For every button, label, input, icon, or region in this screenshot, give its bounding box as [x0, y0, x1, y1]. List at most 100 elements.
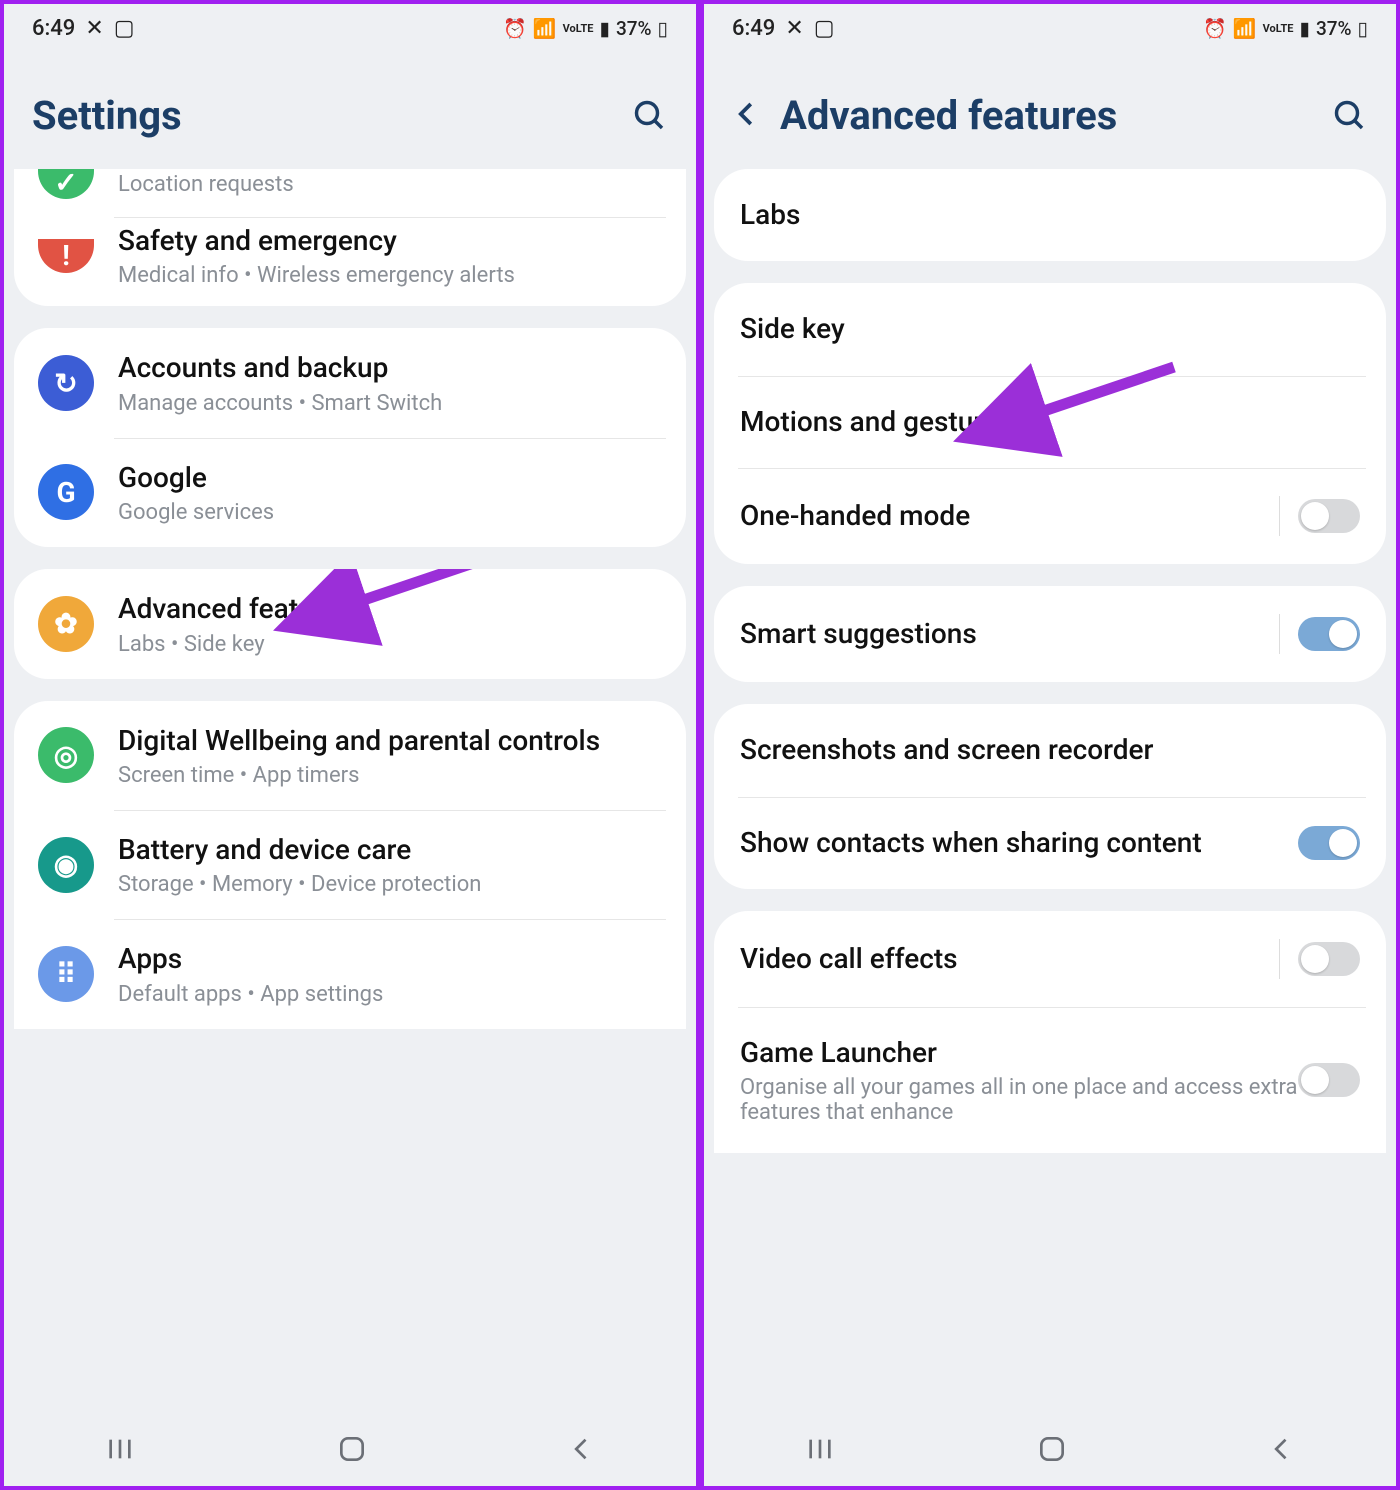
page-title: Advanced features: [780, 92, 1117, 139]
list-item[interactable]: ◎Digital Wellbeing and parental controls…: [14, 701, 686, 810]
back-button[interactable]: [732, 99, 762, 133]
nav-recents[interactable]: [104, 1433, 136, 1469]
row-text: Side key: [740, 311, 1360, 347]
row-text: Battery and device care Storage • Memory …: [118, 832, 662, 897]
row-title: Google: [118, 460, 662, 496]
row-subtitle: Location requests: [118, 172, 662, 197]
list-item[interactable]: Motions and gestures: [714, 376, 1386, 468]
wifi-icon: 📶: [1233, 17, 1257, 40]
status-time: 6:49: [32, 16, 75, 41]
list-item[interactable]: Screenshots and screen recorder: [714, 704, 1386, 796]
status-time: 6:49: [732, 16, 775, 41]
toggle-wrap: [1298, 1063, 1360, 1097]
phone-right: 6:49 ✕ ▢ ⏰ 📶 VoLTE ▮ 37% ▯ Advanced feat…: [700, 0, 1400, 1490]
list-item[interactable]: ! Safety and emergencyMedical info • Wire…: [14, 217, 686, 306]
row-title: Digital Wellbeing and parental controls: [118, 723, 662, 759]
list-item[interactable]: Smart suggestions: [714, 586, 1386, 682]
row-title: Battery and device care: [118, 832, 662, 868]
battery-icon: ▯: [1358, 17, 1368, 40]
list-item[interactable]: Game LauncherOrganise all your games all…: [714, 1007, 1386, 1153]
list-item[interactable]: G GoogleGoogle services: [14, 438, 686, 547]
search-button[interactable]: [632, 98, 668, 134]
nav-home[interactable]: [1036, 1433, 1068, 1469]
toggle-separator: [1279, 496, 1280, 536]
row-subtitle: Manage accounts • Smart Switch: [118, 391, 662, 416]
page-header: Settings: [4, 52, 696, 169]
list-item[interactable]: ✓ Location requests: [14, 169, 686, 217]
row-subtitle: Default apps • App settings: [118, 982, 662, 1007]
lte-icon: VoLTE: [1263, 22, 1294, 35]
row-text: One-handed mode: [740, 498, 1269, 534]
row-subtitle: Storage • Memory • Device protection: [118, 872, 662, 897]
list-item[interactable]: ◉ Battery and device care Storage • Memory…: [14, 810, 686, 919]
row-icon: ↻: [38, 355, 94, 411]
row-text: Motions and gestures: [740, 404, 1360, 440]
row-title: Video call effects: [740, 941, 1269, 977]
row-text: Screenshots and screen recorder: [740, 732, 1360, 768]
phone-left: 6:49 ✕ ▢ ⏰ 📶 VoLTE ▮ 37% ▯ Settings ✓Loc…: [0, 0, 700, 1490]
search-button[interactable]: [1332, 98, 1368, 134]
page-header: Advanced features: [704, 52, 1396, 169]
row-text: Apps Default apps • App settings: [118, 941, 662, 1006]
list-item[interactable]: ⠿ Apps Default apps • App settings: [14, 919, 686, 1028]
row-title: Advanced features: [118, 591, 662, 627]
list-item[interactable]: Video call effects: [714, 911, 1386, 1007]
row-title: Motions and gestures: [740, 404, 1360, 440]
row-icon: G: [38, 464, 94, 520]
image-icon: ▢: [814, 16, 835, 41]
toggle-switch[interactable]: [1298, 617, 1360, 651]
row-title: Safety and emergency: [118, 223, 662, 259]
list-item[interactable]: Show contacts when sharing content: [714, 797, 1386, 889]
row-text: Accounts and backup Manage accounts • Sma…: [118, 350, 662, 415]
toggle-wrap: [1298, 826, 1360, 860]
toggle-switch[interactable]: [1298, 942, 1360, 976]
row-icon: ◉: [38, 837, 94, 893]
row-title: Accounts and backup: [118, 350, 662, 386]
advanced-features-list[interactable]: Labs Side key Motions and gestures One-han…: [704, 169, 1396, 1416]
wifi-icon: 📶: [533, 17, 557, 40]
list-item[interactable]: Side key: [714, 283, 1386, 375]
row-text: Labs: [740, 197, 1360, 233]
row-text: Game LauncherOrganise all your games all…: [740, 1035, 1298, 1125]
toggle-switch[interactable]: [1298, 1063, 1360, 1097]
toggle-separator: [1279, 614, 1280, 654]
image-icon: ▢: [114, 16, 135, 41]
nav-home[interactable]: [336, 1433, 368, 1469]
row-icon: !: [38, 239, 94, 273]
row-text: Advanced featuresLabs • Side key: [118, 591, 662, 656]
row-title: Screenshots and screen recorder: [740, 732, 1360, 768]
row-text: Location requests: [118, 169, 662, 197]
row-text: Smart suggestions: [740, 616, 1269, 652]
nav-back[interactable]: [1268, 1435, 1296, 1467]
battery-text: 37%: [616, 17, 652, 40]
lte-icon: VoLTE: [563, 22, 594, 35]
row-title: Game Launcher: [740, 1035, 1298, 1071]
row-title: Apps: [118, 941, 662, 977]
signal-icon: ▮: [1299, 17, 1309, 40]
nav-bar: [704, 1416, 1396, 1486]
row-text: Safety and emergencyMedical info • Wirel…: [118, 223, 662, 288]
nav-back[interactable]: [568, 1435, 596, 1467]
signal-icon: ▮: [599, 17, 609, 40]
row-text: GoogleGoogle services: [118, 460, 662, 525]
row-icon: ✓: [38, 169, 94, 199]
missed-call-icon: ✕: [85, 16, 103, 41]
row-title: Side key: [740, 311, 1360, 347]
alarm-icon: ⏰: [1203, 17, 1227, 40]
list-item[interactable]: ↻ Accounts and backup Manage accounts • Sm…: [14, 328, 686, 437]
row-icon: ⠿: [38, 946, 94, 1002]
row-title: Labs: [740, 197, 1360, 233]
nav-recents[interactable]: [804, 1433, 836, 1469]
list-item[interactable]: One-handed mode: [714, 468, 1386, 564]
row-title: One-handed mode: [740, 498, 1269, 534]
row-text: Video call effects: [740, 941, 1269, 977]
settings-list[interactable]: ✓Location requests!Safety and emergencyM…: [4, 169, 696, 1416]
page-title: Settings: [32, 92, 182, 139]
toggle-wrap: [1269, 939, 1360, 979]
list-item[interactable]: ✿Advanced featuresLabs • Side key: [14, 569, 686, 678]
toggle-separator: [1279, 939, 1280, 979]
row-text: Digital Wellbeing and parental controlsS…: [118, 723, 662, 788]
toggle-switch[interactable]: [1298, 499, 1360, 533]
list-item[interactable]: Labs: [714, 169, 1386, 261]
toggle-switch[interactable]: [1298, 826, 1360, 860]
